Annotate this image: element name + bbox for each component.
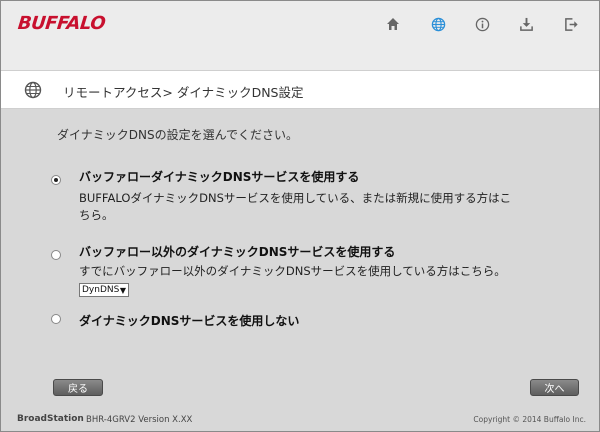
radio-other-dns[interactable] <box>51 250 61 260</box>
option-title-no-dns: ダイナミックDNSサービスを使用しない <box>79 314 300 328</box>
dns-provider-select[interactable]: DynDNS ▼ <box>79 283 129 297</box>
option-desc-buffalo-dns: BUFFALOダイナミックDNSサービスを使用している、または新規に使用する方は… <box>79 190 511 224</box>
option-desc-other-dns: すでにバッファロー以外のダイナミックDNSサービスを使用している方はこちら。 <box>79 264 506 278</box>
globe-icon <box>23 80 43 100</box>
next-button[interactable]: 次へ <box>530 379 579 396</box>
footer-model: BHR-4GRV2 Version X.XX <box>86 415 193 425</box>
buffalo-logo: BUFFALO <box>16 13 107 34</box>
footer-copyright: Copyright © 2014 Buffalo Inc. <box>473 415 586 424</box>
option-desc-line: BUFFALOダイナミックDNSサービスを使用している、または新規に使用する方は… <box>79 191 512 205</box>
chevron-down-icon: ▼ <box>119 285 126 295</box>
radio-buffalo-dns[interactable] <box>51 175 61 185</box>
header: BUFFALO <box>1 1 599 70</box>
footer-brand: BroadStation <box>17 414 84 424</box>
logout-icon[interactable] <box>562 15 580 33</box>
breadcrumb: リモートアクセス> ダイナミックDNS設定 <box>1 70 599 109</box>
option-title-buffalo-dns: バッファローダイナミックDNSサービスを使用する <box>79 170 360 184</box>
dns-provider-value: DynDNS <box>82 285 120 295</box>
globe-icon[interactable] <box>429 15 447 33</box>
breadcrumb-text: リモートアクセス> ダイナミックDNS設定 <box>63 85 304 100</box>
back-button[interactable]: 戻る <box>53 379 103 396</box>
home-icon[interactable] <box>384 15 402 33</box>
option-title-other-dns: バッファロー以外のダイナミックDNSサービスを使用する <box>79 245 396 259</box>
instruction-text: ダイナミックDNSの設定を選んでください。 <box>57 128 298 142</box>
info-icon[interactable] <box>473 15 491 33</box>
download-icon[interactable] <box>517 15 535 33</box>
option-desc-line: ちら。 <box>79 208 114 222</box>
radio-no-dns[interactable] <box>51 314 61 324</box>
